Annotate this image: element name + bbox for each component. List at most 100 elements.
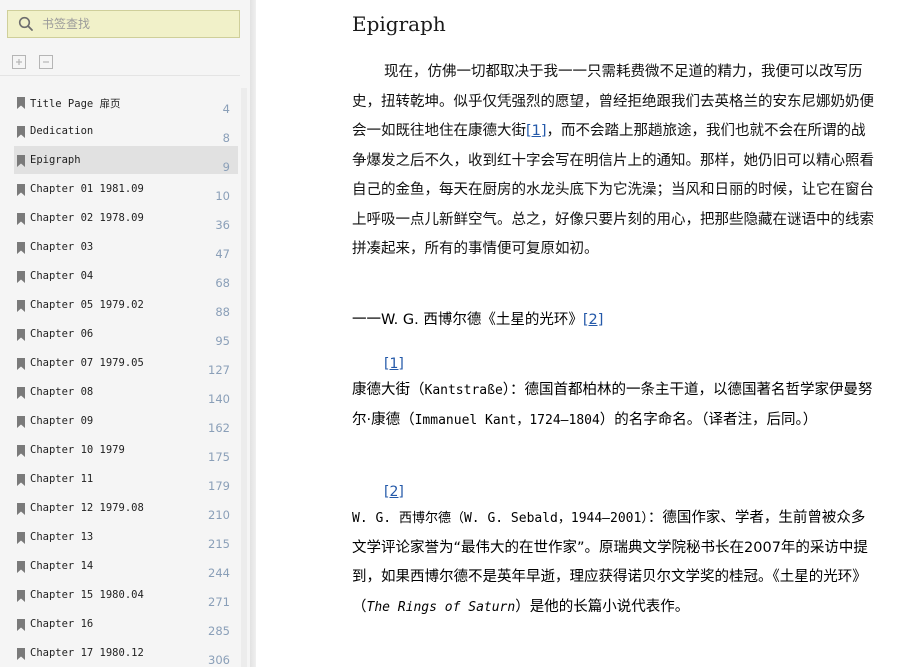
footnote-2: [2] W. G. 西博尔德（W. G. Sebald，1944—2001）：德…: [352, 481, 876, 622]
footnote-ref-2[interactable]: [2]: [583, 312, 604, 328]
footnote-1: [1] 康德大街（Kantstraße）：德国首都柏林的一条主干道，以德国著名哲…: [352, 353, 876, 435]
bookmark-page-number: 10: [215, 189, 230, 203]
bookmark-sidebar: Title Page 扉页4Dedication8Epigraph9Chapte…: [0, 0, 250, 667]
bookmark-item[interactable]: Chapter 01 1981.09 10: [14, 175, 238, 203]
bookmark-item[interactable]: Chapter 17 1980.12 306: [14, 639, 238, 667]
collapse-all-icon[interactable]: [38, 54, 54, 70]
bookmark-icon: [17, 532, 25, 544]
bookmark-search-box[interactable]: [7, 10, 240, 38]
bookmark-icon: [17, 503, 25, 515]
bookmark-item[interactable]: Chapter 05 1979.02 88: [14, 291, 238, 319]
bookmark-icon: [17, 184, 25, 196]
bookmark-page-number: 9: [222, 160, 230, 174]
bookmark-page-number: 8: [222, 131, 230, 145]
footnote-1-backlink[interactable]: [1]: [384, 356, 404, 372]
bookmark-page-number: 210: [208, 508, 230, 522]
bookmark-label: Chapter 07 1979.05: [30, 357, 144, 369]
bookmark-item[interactable]: Chapter 06 95: [14, 320, 238, 348]
bookmark-label: Chapter 09: [30, 415, 94, 427]
bookmark-page-number: 4: [222, 102, 230, 116]
bookmark-label: Chapter 04: [30, 270, 94, 282]
bookmark-item[interactable]: Chapter 11 179: [14, 465, 238, 493]
bookmark-label: Chapter 11: [30, 473, 94, 485]
bookmark-icon: [17, 561, 25, 573]
bookmark-item[interactable]: Chapter 03 47: [14, 233, 238, 261]
bookmark-label: Chapter 14: [30, 560, 94, 572]
bookmark-item[interactable]: Chapter 08 140: [14, 378, 238, 406]
footnote-1-text-e: ）的名字命名。（译者注，后同。）: [599, 411, 818, 428]
bookmark-page-number: 244: [208, 566, 230, 580]
toolbar-divider: [0, 75, 240, 76]
footnote-2-text-a: W. G. 西博尔德（W. G. Sebald，1944—2001）: [352, 511, 648, 526]
bookmark-item[interactable]: Chapter 02 1978.09 36: [14, 204, 238, 232]
bookmark-page-number: 127: [208, 363, 230, 377]
bookmark-icon: [17, 416, 25, 428]
bookmark-page-number: 215: [208, 537, 230, 551]
bookmark-item[interactable]: Chapter 07 1979.05 127: [14, 349, 238, 377]
bookmark-label: Chapter 10 1979: [30, 444, 125, 456]
bookmark-icon: [17, 126, 25, 138]
bookmark-item[interactable]: Chapter 15 1980.04 271: [14, 581, 238, 609]
bookmark-item[interactable]: Chapter 13 215: [14, 523, 238, 551]
bookmark-icon: [17, 155, 25, 167]
footnote-1-text-b: Kantstraße: [424, 383, 503, 398]
bookmark-icon: [17, 97, 25, 109]
bookmark-icon: [17, 590, 25, 602]
bookmark-item[interactable]: Chapter 16 285: [14, 610, 238, 638]
bookmark-icon: [17, 329, 25, 341]
bookmark-label: Dedication: [30, 125, 94, 137]
bookmark-item[interactable]: Chapter 10 1979 175: [14, 436, 238, 464]
footnote-1-text-d: Immanuel Kant，1724—1804: [414, 412, 600, 428]
bookmark-icon: [17, 619, 25, 631]
bookmark-page-number: 162: [208, 421, 230, 435]
bookmark-icon: [17, 213, 25, 225]
bookmark-icon: [17, 648, 25, 660]
footnote-1-text-a: 康德大街（: [352, 382, 425, 398]
bookmark-page-number: 271: [208, 595, 230, 609]
bookmark-icon: [17, 271, 25, 283]
bookmark-label: Chapter 15 1980.04: [30, 589, 144, 601]
footnote-2-backlink[interactable]: [2]: [384, 484, 404, 500]
bookmark-page-number: 68: [215, 276, 230, 290]
bookmark-item[interactable]: Chapter 14 244: [14, 552, 238, 580]
epigraph-attribution: 一一W. G. 西博尔德《土星的光环》[2]: [352, 310, 876, 330]
bookmark-label: Chapter 08: [30, 386, 94, 398]
bookmark-label: Chapter 02 1978.09: [30, 212, 144, 224]
bookmark-item[interactable]: Chapter 12 1979.08 210: [14, 494, 238, 522]
attribution-text: 一一W. G. 西博尔德《土星的光环》: [352, 312, 583, 328]
bookmark-label: Title Page 扉页: [30, 98, 121, 110]
footnote-1-text: 康德大街（Kantstraße）：德国首都柏林的一条主干道，以德国著名哲学家伊曼…: [352, 376, 876, 435]
bookmark-label: Chapter 13: [30, 531, 94, 543]
bookmark-item[interactable]: Chapter 04 68: [14, 262, 238, 290]
bookmark-label: Chapter 16: [30, 618, 94, 630]
bookmark-item[interactable]: Dedication 8: [14, 117, 238, 145]
bookmark-icon: [17, 358, 25, 370]
epigraph-paragraph: 现在，仿佛一切都取决于我一一只需耗费微不足道的精力，我便可以改写历史，扭转乾坤。…: [352, 58, 876, 265]
bookmark-item[interactable]: Title Page 扉页 4: [14, 88, 238, 116]
bookmark-icon: [17, 445, 25, 457]
bookmark-label: Epigraph: [30, 154, 81, 166]
bookmark-page-number: 179: [208, 479, 230, 493]
bookmark-item[interactable]: Epigraph 9: [14, 146, 238, 174]
epigraph-text-part2: ，而不会踏上那趟旅途，我们也就不会在所谓的战争爆发之后不久，收到红十字会写在明信…: [352, 123, 874, 257]
bookmark-page-number: 306: [208, 653, 230, 667]
bookmark-page-number: 36: [215, 218, 230, 232]
bookmark-page-number: 285: [208, 624, 230, 638]
bookmark-label: Chapter 01 1981.09: [30, 183, 144, 195]
bookmark-label: Chapter 12 1979.08: [30, 502, 144, 514]
bookmark-icon: [17, 474, 25, 486]
chapter-title: Epigraph: [352, 12, 446, 36]
bookmark-page-number: 95: [215, 334, 230, 348]
footnote-2-text-c: The Rings of Saturn: [366, 599, 516, 615]
bookmark-label: Chapter 06: [30, 328, 94, 340]
bookmark-label: Chapter 17 1980.12: [30, 647, 144, 659]
sidebar-splitter[interactable]: [250, 0, 256, 667]
bookmark-search-input[interactable]: [42, 15, 232, 33]
bookmark-icon: [17, 387, 25, 399]
bookmark-page-number: 47: [215, 247, 230, 261]
footnote-2-text: W. G. 西博尔德（W. G. Sebald，1944—2001）：德国作家、…: [352, 504, 876, 622]
footnote-ref-1[interactable]: [1]: [526, 123, 547, 139]
bookmark-item[interactable]: Chapter 09 162: [14, 407, 238, 435]
sidebar-scrollbar[interactable]: [241, 88, 247, 667]
expand-all-icon[interactable]: [11, 54, 27, 70]
